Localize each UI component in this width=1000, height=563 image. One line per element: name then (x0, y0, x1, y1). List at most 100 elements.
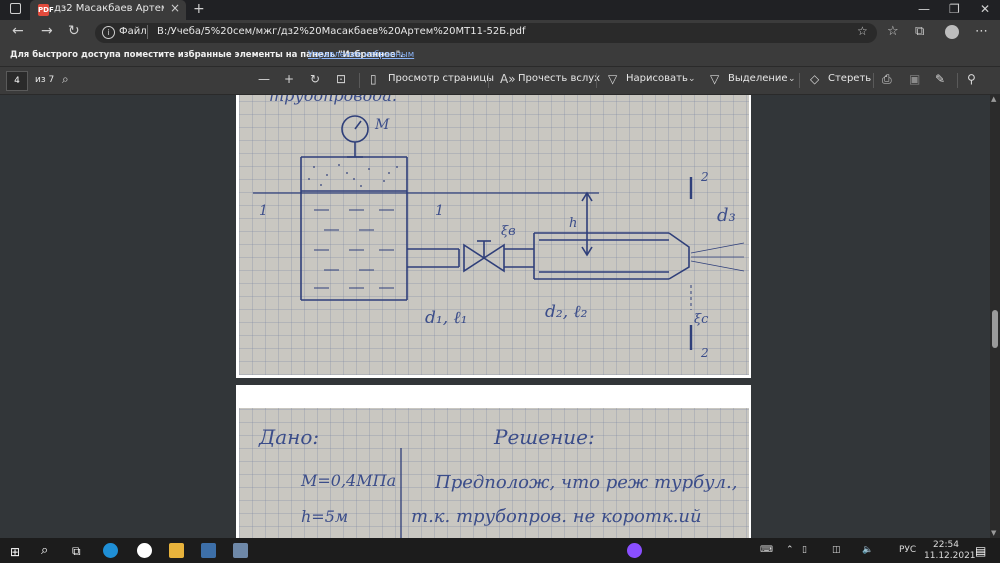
page-view-icon: ▯ (370, 72, 377, 86)
minimize-button[interactable]: — (918, 2, 930, 16)
highlight-button[interactable]: ▽ Выделение ⌄ (710, 67, 800, 94)
sketch-title-fragment: трубопровода. (269, 95, 397, 105)
h-label: h (569, 216, 577, 231)
toolbar-divider (799, 73, 800, 88)
zoom-in-button[interactable]: + (284, 72, 294, 86)
alice-assistant-icon[interactable] (627, 543, 642, 558)
language-indicator[interactable]: РУС (899, 545, 916, 555)
toolbar-divider (488, 73, 489, 88)
toolbar-divider (873, 73, 874, 88)
pipe2-label: d₂, ℓ₂ (545, 302, 588, 322)
battery-icon[interactable]: ▯ (802, 545, 807, 555)
close-window-button[interactable]: ✕ (980, 2, 990, 16)
hydraulic-sketch: трубопровода. М 1 1 2 2 d₃ h ξв d₁, ℓ₁ d… (253, 95, 745, 360)
sketch-photo: трубопровода. М 1 1 2 2 d₃ h ξв d₁, ℓ₁ d… (239, 95, 749, 375)
nozzle-coefficient-label: ξс (694, 312, 709, 327)
tab-strip: PDF дз2 Масакбаев Артем МТ11-52Б × + — ❐… (0, 0, 1000, 20)
address-scheme-label: Файл (119, 26, 147, 37)
rotate-icon[interactable]: ↻ (310, 72, 320, 86)
calculator-icon[interactable] (233, 543, 248, 558)
chevron-down-icon[interactable]: ⌄ (788, 74, 796, 84)
address-url[interactable]: B:/Учеба/5%20сем/мжг/дз2%20Масакбаев%20А… (157, 26, 526, 37)
section-2-top-label: 2 (700, 170, 709, 184)
d3-label: d₃ (717, 205, 736, 226)
draw-button[interactable]: ▽ Нарисовать ⌄ (608, 67, 698, 94)
forward-arrow-icon[interactable]: → (41, 23, 53, 39)
section-2-bottom-label: 2 (700, 346, 709, 360)
tab-actions-icon[interactable] (10, 3, 21, 14)
tray-chevron-icon[interactable]: ⌃ (786, 545, 794, 555)
valve-coefficient-label: ξв (501, 224, 516, 239)
pdf-toolbar: 4 из 7 ⌕ — + ↻ ⊡ ▯ Просмотр страницы A» … (0, 67, 1000, 95)
search-icon[interactable]: ⌕ (62, 72, 69, 87)
address-toolbar: ← → ↻ i Файл B:/Учеба/5%20сем/мжг/дз2%20… (0, 20, 1000, 46)
file-explorer-icon[interactable] (169, 543, 184, 558)
clock-date[interactable]: 11.12.2021 (924, 551, 976, 561)
highlight-label: Выделение (728, 73, 788, 84)
section-1-left-label: 1 (259, 203, 268, 219)
chevron-down-icon[interactable]: ⌄ (688, 74, 696, 84)
manage-favorites-link[interactable]: Управление избранным (308, 50, 414, 60)
tab-title: дз2 Масакбаев Артем МТ11-52Б (54, 3, 164, 14)
section-1-right-label: 1 (435, 203, 444, 219)
toolbar-divider (359, 73, 360, 88)
pdf-page: трубопровода. М 1 1 2 2 d₃ h ξв d₁, ℓ₁ d… (236, 95, 751, 378)
search-icon[interactable]: ⌕ (41, 543, 48, 558)
pipe1-label: d₁, ℓ₁ (425, 308, 467, 328)
refresh-icon[interactable]: ↻ (68, 23, 80, 39)
maximize-button[interactable]: ❐ (949, 2, 960, 16)
yandex-browser-icon[interactable] (137, 543, 152, 558)
given-M: М=0,4МПа (300, 471, 396, 490)
erase-label: Стереть (828, 73, 872, 84)
new-tab-button[interactable]: + (193, 1, 205, 17)
collections-icon[interactable]: ⧉ (915, 24, 924, 39)
erase-button[interactable]: ◇ Стереть (810, 67, 872, 94)
address-divider (147, 25, 148, 39)
solution-line-2: т.к. трубопров. не коротк.ий (411, 506, 702, 527)
add-favorite-star-icon[interactable]: ☆ (857, 24, 868, 38)
favorites-icon[interactable]: ☆ (887, 24, 899, 39)
page-number-input[interactable]: 4 (6, 71, 28, 91)
close-tab-icon[interactable]: × (170, 1, 180, 15)
pin-toolbar-icon[interactable]: ⚲ (967, 72, 976, 86)
toolbar-divider (957, 73, 958, 88)
profile-avatar[interactable] (945, 25, 959, 39)
clock-time[interactable]: 22:54 (933, 540, 959, 550)
address-bar[interactable]: i Файл B:/Учеба/5%20сем/мжг/дз2%20Масакб… (95, 23, 877, 43)
pdf-file-icon: PDF (38, 4, 54, 16)
scrollbar-thumb[interactable] (992, 310, 998, 348)
solution-line-1: Предполож, что реж турбул., (434, 472, 737, 493)
solution-notes: Дано: Решение: М=0,4МПа h=5м Предполож, … (258, 425, 737, 540)
given-h: h=5м (301, 507, 348, 526)
keyboard-icon[interactable]: ⌨ (760, 545, 773, 555)
read-aloud-label: Прочесть вслух (518, 73, 601, 84)
solution-header: Решение: (493, 425, 595, 449)
network-icon[interactable]: ◫ (832, 545, 841, 555)
print-icon[interactable]: ⎙ (882, 72, 892, 87)
task-view-icon[interactable]: ⧉ (72, 544, 81, 559)
info-icon[interactable]: i (102, 26, 115, 39)
zoom-out-button[interactable]: — (258, 72, 270, 86)
windows-start-icon[interactable]: ⊞ (10, 545, 20, 559)
edge-browser-icon[interactable] (103, 543, 118, 558)
back-arrow-icon[interactable]: ← (12, 23, 24, 39)
highlight-icon: ▽ (710, 72, 720, 86)
draw-label: Нарисовать (626, 73, 688, 84)
toolbar-divider (596, 73, 597, 88)
app-window-icon[interactable] (201, 543, 216, 558)
page-count: из 7 (35, 75, 55, 85)
tab-pdf-document[interactable]: PDF дз2 Масакбаев Артем МТ11-52Б × (30, 0, 186, 20)
save-icon[interactable]: ▣ (909, 72, 920, 86)
scroll-down-arrow-icon[interactable]: ▼ (991, 529, 996, 537)
settings-more-icon[interactable]: ⋯ (975, 24, 988, 39)
fit-page-icon[interactable]: ⊡ (336, 72, 346, 86)
notifications-icon[interactable]: ▤ (975, 544, 986, 558)
favorites-bar: Для быстрого доступа поместите избранные… (0, 46, 1000, 67)
save-as-icon[interactable]: ✎ (935, 72, 945, 86)
given-header: Дано: (258, 425, 319, 449)
scroll-up-arrow-icon[interactable]: ▲ (991, 95, 996, 103)
read-aloud-icon: A» (500, 72, 516, 86)
read-aloud-button[interactable]: A» Прочесть вслух (500, 67, 600, 94)
page-view-button[interactable]: ▯ Просмотр страницы (370, 67, 494, 94)
volume-icon[interactable]: 🔈 (862, 545, 873, 555)
